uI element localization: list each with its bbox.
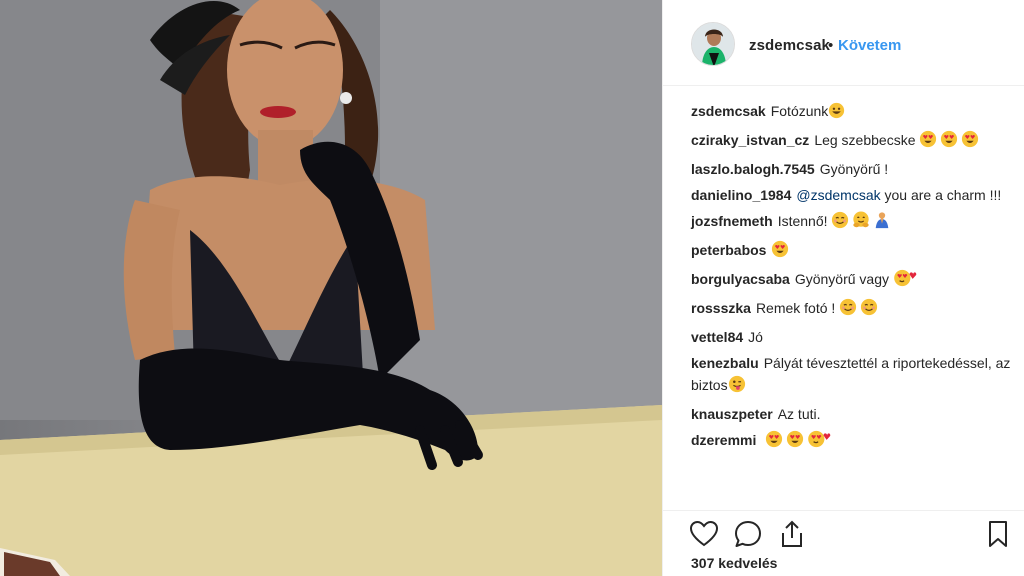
heart-eyes-emoji-icon — [961, 130, 979, 154]
hug-emoji-icon — [852, 211, 870, 235]
post-header: zsdemcsak • Követem — [663, 0, 1024, 86]
comment-6: borgulyacsaba Gyönyörű vagy — [691, 268, 1011, 293]
comment-3: danielino_1984 @zsdemcsak you are a charm… — [691, 184, 1011, 206]
comment-username[interactable]: kenezbalu — [691, 355, 759, 371]
comment-text: Remek fotó ! — [755, 300, 836, 316]
comment-text: Leg szebbecske — [814, 132, 916, 148]
heart-eyes-emoji-icon — [771, 240, 789, 264]
comment-1: cziraky_istvan_cz Leg szebbecske — [691, 129, 1011, 154]
follow-button[interactable]: Követem — [838, 37, 901, 54]
comment-username[interactable]: knauszpeter — [691, 406, 773, 422]
heart-eyes-emoji-icon — [940, 130, 958, 154]
comment-text: Gyönyörű vagy — [794, 271, 889, 287]
comment-4: jozsfnemeth Istennő! — [691, 210, 1011, 235]
comment-username[interactable]: laszlo.balogh.7545 — [691, 161, 815, 177]
grin-emoji-icon — [828, 102, 845, 125]
comment-username[interactable]: dzeremmi — [691, 432, 756, 448]
comment-username[interactable]: vettel84 — [691, 329, 743, 345]
comment-text: Gyönyörű ! — [819, 161, 889, 177]
comment-7: rossszka Remek fotó ! — [691, 297, 1011, 322]
comment-mention[interactable]: @zsdemcsak — [796, 187, 880, 203]
post-side-panel: zsdemcsak • Követem zsdemcsak Fotózunk cz… — [662, 0, 1024, 576]
post-photo[interactable] — [0, 0, 662, 576]
comment-text: you are a charm !!! — [884, 187, 1002, 203]
header-separator: • — [828, 37, 834, 54]
comment-username[interactable]: peterbabos — [691, 242, 766, 258]
bookmark-icon[interactable] — [983, 519, 1013, 549]
comment-5: peterbabos — [691, 239, 1011, 264]
comment-text: Jó — [748, 329, 763, 345]
kiss-heart-emoji-icon — [893, 269, 917, 293]
comment-username[interactable]: cziraky_istvan_cz — [691, 132, 809, 148]
comment-list: zsdemcsak Fotózunk cziraky_istvan_cz Leg s… — [691, 100, 1011, 458]
smile-emoji-icon — [839, 298, 857, 322]
share-icon[interactable] — [777, 519, 807, 549]
comment-0: zsdemcsak Fotózunk — [691, 100, 1011, 125]
comment-username[interactable]: danielino_1984 — [691, 187, 791, 203]
comment-11: dzeremmi — [691, 429, 1011, 454]
smile-emoji-icon — [860, 298, 878, 322]
heart-outline-icon[interactable] — [689, 519, 719, 549]
heart-eyes-emoji-icon — [786, 430, 804, 454]
avatar[interactable] — [691, 22, 735, 66]
comment-username[interactable]: rossszka — [691, 300, 751, 316]
comment-10: knauszpeter Az tuti. — [691, 403, 1011, 425]
heart-eyes-emoji-icon — [765, 430, 783, 454]
comment-text: Az tuti. — [777, 406, 821, 422]
pray-emoji-icon — [873, 211, 891, 235]
avatar-image — [692, 23, 734, 65]
comment-8: vettel84 Jó — [691, 326, 1011, 348]
photo-illustration — [0, 0, 662, 576]
comment-username[interactable]: zsdemcsak — [691, 103, 766, 119]
likes-count[interactable]: 307 kedvelés — [691, 555, 777, 571]
speech-bubble-icon[interactable] — [733, 519, 763, 549]
comment-2: laszlo.balogh.7545 Gyönyörű ! — [691, 158, 1011, 180]
tongue-emoji-icon — [728, 375, 746, 399]
heart-eyes-emoji-icon — [919, 130, 937, 154]
comment-username[interactable]: borgulyacsaba — [691, 271, 790, 287]
comment-9: kenezbalu Pályát tévesztettél a riporteke… — [691, 352, 1011, 399]
smile-emoji-icon — [831, 211, 849, 235]
post-author-username[interactable]: zsdemcsak — [749, 37, 830, 54]
kiss-heart-emoji-icon — [807, 430, 831, 454]
comment-text: Istennő! — [777, 213, 828, 229]
comment-username[interactable]: jozsfnemeth — [691, 213, 773, 229]
comment-text: Fotózunk — [770, 103, 829, 119]
